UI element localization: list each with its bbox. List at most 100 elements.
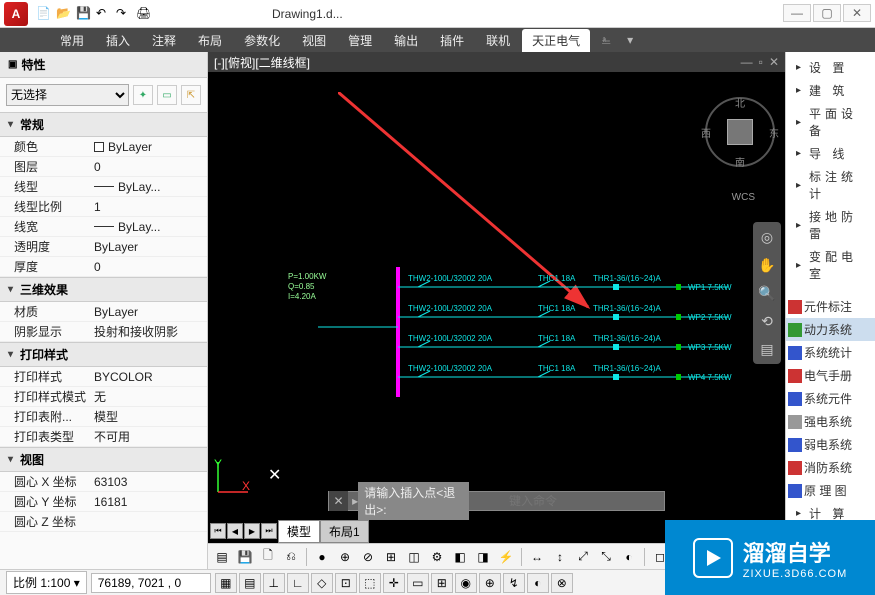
- ribbon-tab-10[interactable]: 天正电气: [522, 29, 590, 52]
- prop-transp_k[interactable]: 透明度ByLayer: [0, 237, 207, 257]
- ribbon-tab-9[interactable]: 联机: [476, 29, 520, 52]
- rmenu-tool[interactable]: 系统统计: [786, 341, 875, 364]
- toolbar-button[interactable]: ⤢: [573, 547, 593, 567]
- qat-print-icon[interactable]: 🖨: [136, 6, 152, 22]
- rmenu-item[interactable]: ▸接地防雷: [786, 205, 875, 245]
- toolbar-button[interactable]: ⚙: [427, 547, 447, 567]
- rmenu-item[interactable]: ▸建 筑: [786, 79, 875, 102]
- rmenu-tool[interactable]: 电气手册: [786, 364, 875, 387]
- ribbon-extra-icon[interactable]: ▾: [622, 32, 638, 48]
- rmenu-tool[interactable]: 系统元件: [786, 387, 875, 410]
- toolbar-button[interactable]: ●: [312, 547, 332, 567]
- status-toggle[interactable]: ⊡: [335, 573, 357, 593]
- tab-nav-prev[interactable]: ◀: [227, 523, 243, 539]
- rmenu-tool[interactable]: 原 理 图: [786, 479, 875, 502]
- ribbon-tab-2[interactable]: 注释: [142, 29, 186, 52]
- tab-nav-last[interactable]: ⏭: [261, 523, 277, 539]
- selection-combo[interactable]: 无选择: [6, 84, 129, 106]
- tab-nav-next[interactable]: ▶: [244, 523, 260, 539]
- tab-model[interactable]: 模型: [278, 520, 320, 543]
- prop-ptabletype_k[interactable]: 打印表类型不可用: [0, 427, 207, 447]
- maximize-button[interactable]: ▢: [813, 4, 841, 22]
- prop-pstylemode_k[interactable]: 打印样式模式无: [0, 387, 207, 407]
- nav-zoom-icon[interactable]: 🔍: [756, 282, 778, 304]
- toolbar-button[interactable]: ◨: [473, 547, 493, 567]
- vp-max-icon[interactable]: ▫: [759, 55, 763, 69]
- rmenu-item[interactable]: ▸设 置: [786, 56, 875, 79]
- status-toggle[interactable]: ▤: [239, 573, 261, 593]
- nav-wheel-icon[interactable]: ◎: [756, 226, 778, 248]
- prop-pstyle_k[interactable]: 打印样式BYCOLOR: [0, 367, 207, 387]
- app-logo[interactable]: A: [4, 2, 28, 26]
- cat-view[interactable]: ▾视图: [0, 447, 207, 472]
- toolbar-button[interactable]: 🗋: [258, 547, 278, 567]
- prop-ltype_k[interactable]: 线型ByLay...: [0, 177, 207, 197]
- status-toggle[interactable]: ⊗: [551, 573, 573, 593]
- toolbar-button[interactable]: ◫: [404, 547, 424, 567]
- cat-plot[interactable]: ▾打印样式: [0, 342, 207, 367]
- qat-save-icon[interactable]: 💾: [76, 6, 92, 22]
- prop-shadow_k[interactable]: 阴影显示投射和接收阴影: [0, 322, 207, 342]
- toolbar-button[interactable]: ⊘: [358, 547, 378, 567]
- nav-pan-icon[interactable]: ✋: [756, 254, 778, 276]
- ribbon-tab-7[interactable]: 输出: [384, 29, 428, 52]
- toolbar-button[interactable]: ⎌: [281, 547, 301, 567]
- ribbon-tab-8[interactable]: 插件: [430, 29, 474, 52]
- cat-general[interactable]: ▾常规: [0, 112, 207, 137]
- vp-min-icon[interactable]: —: [741, 55, 753, 69]
- command-input[interactable]: [469, 494, 664, 508]
- status-toggle[interactable]: ✛: [383, 573, 405, 593]
- pickadd-icon[interactable]: ▭: [157, 85, 177, 105]
- toolbar-button[interactable]: ⤡: [596, 547, 616, 567]
- ribbon-tab-3[interactable]: 布局: [188, 29, 232, 52]
- viewport-label[interactable]: [-][俯视][二维线框]: [214, 54, 310, 71]
- toolbar-button[interactable]: ▤: [212, 547, 232, 567]
- ribbon-tab-1[interactable]: 插入: [96, 29, 140, 52]
- rmenu-tool[interactable]: 元件标注: [786, 295, 875, 318]
- quick-select-icon[interactable]: ✦: [133, 85, 153, 105]
- toolbar-button[interactable]: ↕: [550, 547, 570, 567]
- status-toggle[interactable]: ⊕: [479, 573, 501, 593]
- status-toggle[interactable]: ⊥: [263, 573, 285, 593]
- prop-layer_k[interactable]: 图层0: [0, 157, 207, 177]
- view-cube[interactable]: 北 东 南 西: [705, 97, 775, 167]
- ribbon-tab-5[interactable]: 视图: [292, 29, 336, 52]
- drawing-canvas[interactable]: 北 东 南 西 WCS ◎ ✋ 🔍 ⟲ ▤ P=1.00KW Q=0.85 I=…: [208, 72, 785, 543]
- toolbar-button[interactable]: ⊕: [335, 547, 355, 567]
- toolbar-button[interactable]: ⚡: [496, 547, 516, 567]
- tab-nav-first[interactable]: ⏮: [210, 523, 226, 539]
- prop-ptable_k[interactable]: 打印表附...模型: [0, 407, 207, 427]
- ribbon-tab-4[interactable]: 参数化: [234, 29, 290, 52]
- prop-cz_k[interactable]: 圆心 Z 坐标: [0, 512, 207, 532]
- toolbar-button[interactable]: ⊞: [381, 547, 401, 567]
- prop-ltscale_k[interactable]: 线型比例1: [0, 197, 207, 217]
- rmenu-item[interactable]: ▸标注统计: [786, 165, 875, 205]
- status-toggle[interactable]: ◉: [455, 573, 477, 593]
- prop-cy_k[interactable]: 圆心 Y 坐标16181: [0, 492, 207, 512]
- prop-cx_k[interactable]: 圆心 X 坐标63103: [0, 472, 207, 492]
- properties-panel-title[interactable]: ▣特性: [0, 52, 207, 78]
- qat-redo-icon[interactable]: ↷: [116, 6, 132, 22]
- status-toggle[interactable]: ◐: [527, 573, 549, 593]
- toolbar-button[interactable]: ◐: [619, 547, 639, 567]
- nav-orbit-icon[interactable]: ⟲: [756, 310, 778, 332]
- prop-thick_k[interactable]: 厚度0: [0, 257, 207, 277]
- status-toggle[interactable]: ↯: [503, 573, 525, 593]
- status-toggle[interactable]: ⊞: [431, 573, 453, 593]
- status-toggle[interactable]: ∟: [287, 573, 309, 593]
- vp-close-icon[interactable]: ✕: [769, 55, 779, 69]
- status-scale[interactable]: 比例 1:100 ▾: [6, 571, 87, 594]
- ribbon-tab-0[interactable]: 常用: [50, 29, 94, 52]
- qat-undo-icon[interactable]: ↶: [96, 6, 112, 22]
- rmenu-tool[interactable]: 动力系统: [786, 318, 875, 341]
- status-toggle[interactable]: ▭: [407, 573, 429, 593]
- status-toggle[interactable]: ▦: [215, 573, 237, 593]
- toolbar-button[interactable]: 💾: [235, 547, 255, 567]
- status-toggle[interactable]: ◇: [311, 573, 333, 593]
- rmenu-tool[interactable]: 弱电系统: [786, 433, 875, 456]
- close-button[interactable]: ✕: [843, 4, 871, 22]
- rmenu-tool[interactable]: 消防系统: [786, 456, 875, 479]
- ribbon-tab-6[interactable]: 管理: [338, 29, 382, 52]
- tab-layout1[interactable]: 布局1: [320, 520, 369, 543]
- rmenu-item[interactable]: ▸变配电室: [786, 245, 875, 285]
